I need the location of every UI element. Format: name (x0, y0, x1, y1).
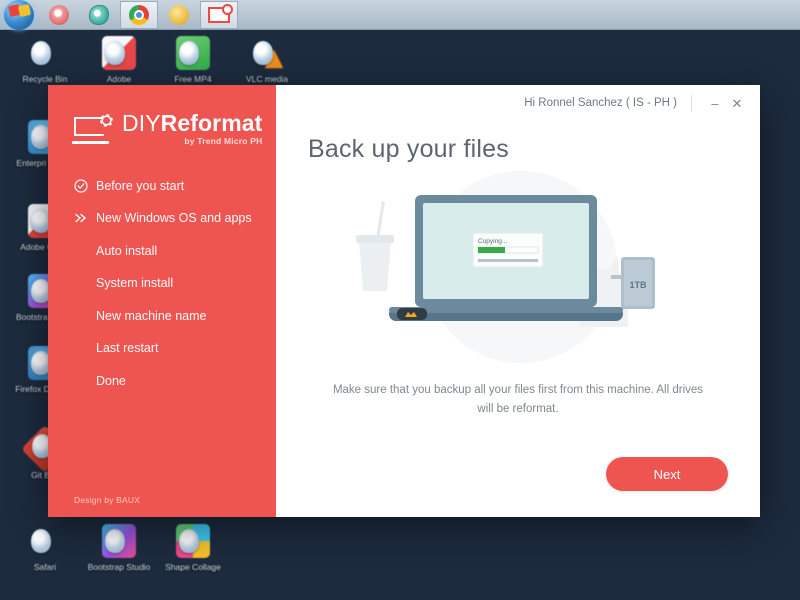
copying-dialog: Copying... (472, 232, 544, 268)
desktop-icon-bootstrap-studio[interactable]: Bootstrap Studio (82, 524, 156, 573)
laptop: Copying... (389, 195, 623, 321)
minimize-button[interactable]: – (704, 92, 726, 114)
next-button[interactable]: Next (606, 457, 728, 491)
swirl-app-icon[interactable] (80, 1, 118, 29)
taskbar (0, 0, 800, 30)
laptop-gear-icon (72, 115, 114, 145)
icon-glyph (28, 36, 62, 70)
icon-label: VLC media (245, 74, 289, 84)
step-item-new-machine-name[interactable]: New machine name (48, 304, 276, 327)
step-label: Before you start (96, 178, 185, 193)
step-label: New Windows OS and apps (96, 211, 252, 226)
drive-label: 1TB (629, 280, 647, 290)
icon-label: Free MP4 (174, 74, 212, 84)
diyreformat-window: DIYReformat by Trend Micro PH Before you… (48, 85, 760, 517)
step-item-done[interactable]: Done (48, 369, 276, 392)
step-list: Before you start New Windows OS and apps A… (48, 174, 276, 392)
content-pane: Hi Ronnel Sanchez ( IS - PH ) – ✕ Back u… (276, 85, 760, 517)
step-item-before-you-start[interactable]: Before you start (48, 174, 276, 197)
desktop-icon-adobe[interactable]: Adobe (82, 36, 156, 85)
close-button[interactable]: ✕ (726, 92, 748, 114)
icon-label: Safari (33, 562, 57, 572)
desktop-icon-vlc-media[interactable]: VLC media (230, 36, 304, 85)
icon-glyph (250, 36, 284, 70)
chrome-icon[interactable] (120, 0, 158, 29)
progress-fill (478, 247, 505, 253)
swirl-glyph (89, 4, 109, 25)
icon-label: Shape Collage (165, 562, 221, 572)
coin-glyph (169, 4, 189, 25)
page-title: Back up your files (308, 135, 509, 163)
step-label: Done (96, 373, 126, 388)
sidebar: DIYReformat by Trend Micro PH Before you… (48, 85, 276, 517)
icon-label: Adobe (106, 74, 132, 84)
app-title: DIYReformat (122, 110, 263, 136)
chrome-glyph (129, 4, 149, 25)
user-greeting: Hi Ronnel Sanchez ( IS - PH ) (524, 97, 677, 109)
icon-glyph (102, 36, 136, 70)
diyreformat-taskbar-icon[interactable] (200, 0, 238, 29)
pink-glyph (49, 4, 69, 25)
step-label: System install (96, 276, 174, 291)
icon-glyph (102, 524, 136, 558)
taskbar-items (40, 0, 238, 29)
window-titlebar: Hi Ronnel Sanchez ( IS - PH ) – ✕ (276, 85, 760, 121)
step-item-new-windows-os-and-apps[interactable]: New Windows OS and apps (48, 207, 276, 230)
icon-glyph (176, 36, 210, 70)
reformat-glyph (208, 3, 233, 23)
check-circle-icon (74, 179, 96, 193)
dialog-title: Copying... (478, 238, 507, 245)
step-label: Auto install (96, 243, 158, 258)
icon-glyph (176, 524, 210, 558)
desktop-icon-shape-collage[interactable]: Shape Collage (156, 524, 230, 573)
app-logo: DIYReformat by Trend Micro PH (48, 107, 276, 146)
icon-label: Bootstrap Studio (87, 562, 151, 572)
step-label: Last restart (96, 341, 159, 356)
step-item-auto-install[interactable]: Auto install (48, 239, 276, 262)
icon-label: Recycle Bin (22, 74, 68, 84)
desktop-icon-recycle-bin[interactable]: Recycle Bin (8, 36, 82, 85)
step-label: New machine name (96, 308, 207, 323)
app-subtitle: by Trend Micro PH (184, 136, 263, 147)
design-credit: Design by BAUX (74, 495, 141, 505)
instruction-text: Make sure that you backup all your files… (332, 384, 704, 415)
titlebar-divider (691, 94, 692, 112)
desktop-icon-safari[interactable]: Safari (8, 524, 82, 573)
pink-app-icon[interactable] (40, 1, 78, 29)
icon-glyph (28, 524, 62, 558)
drink-cup (356, 201, 394, 291)
coin-app-icon[interactable] (160, 1, 198, 29)
desktop-icon-free-mp4[interactable]: Free MP4 (156, 36, 230, 85)
chevron-double-right-icon (74, 212, 96, 224)
step-item-last-restart[interactable]: Last restart (48, 337, 276, 360)
start-orb[interactable] (4, 0, 34, 30)
step-item-system-install[interactable]: System install (48, 272, 276, 295)
